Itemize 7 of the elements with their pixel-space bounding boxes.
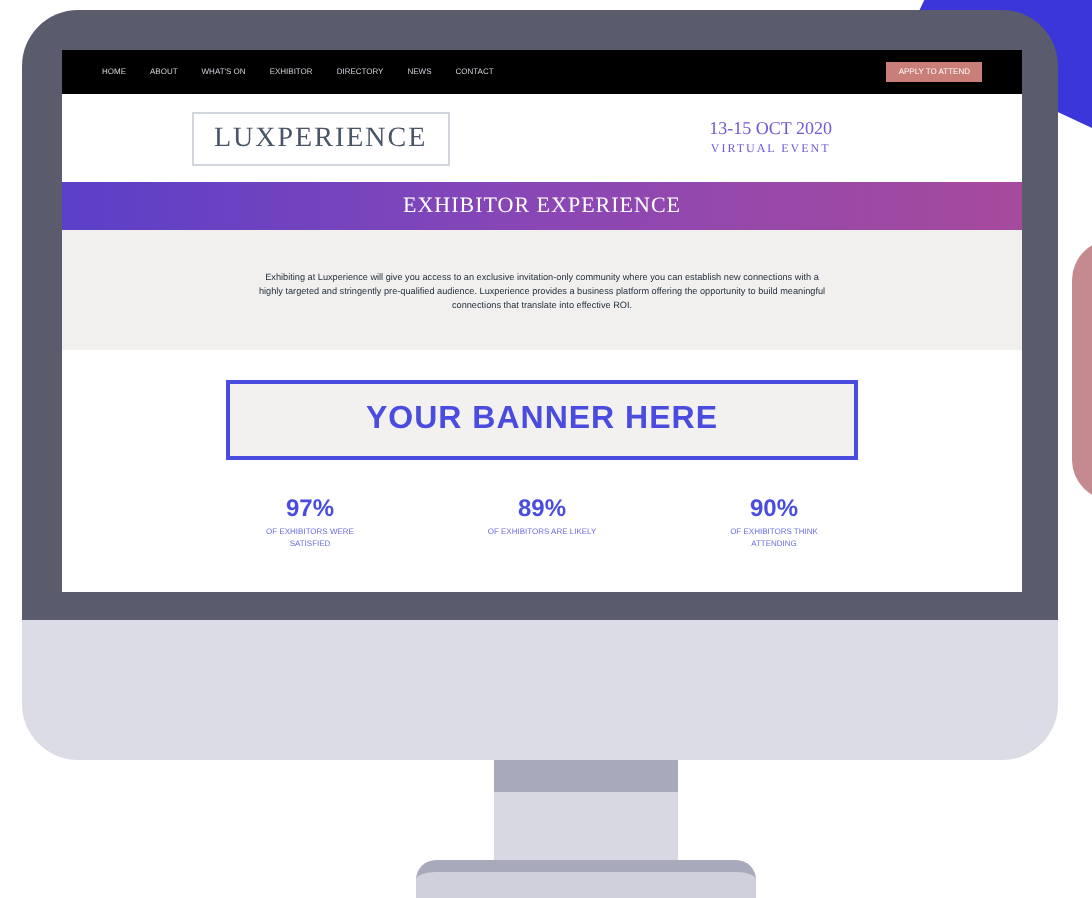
banner-text: YOUR BANNER HERE (365, 400, 718, 440)
stat-value: 90% (749, 494, 799, 522)
logo: LUXPERIENCE (192, 111, 450, 165)
section-title: EXHIBITOR EXPERIENCE (62, 182, 1022, 230)
stat-value: 97% (285, 494, 335, 522)
stat-value: 89% (517, 494, 567, 522)
event-dates: 13-15 OCT 2020 (709, 115, 832, 142)
